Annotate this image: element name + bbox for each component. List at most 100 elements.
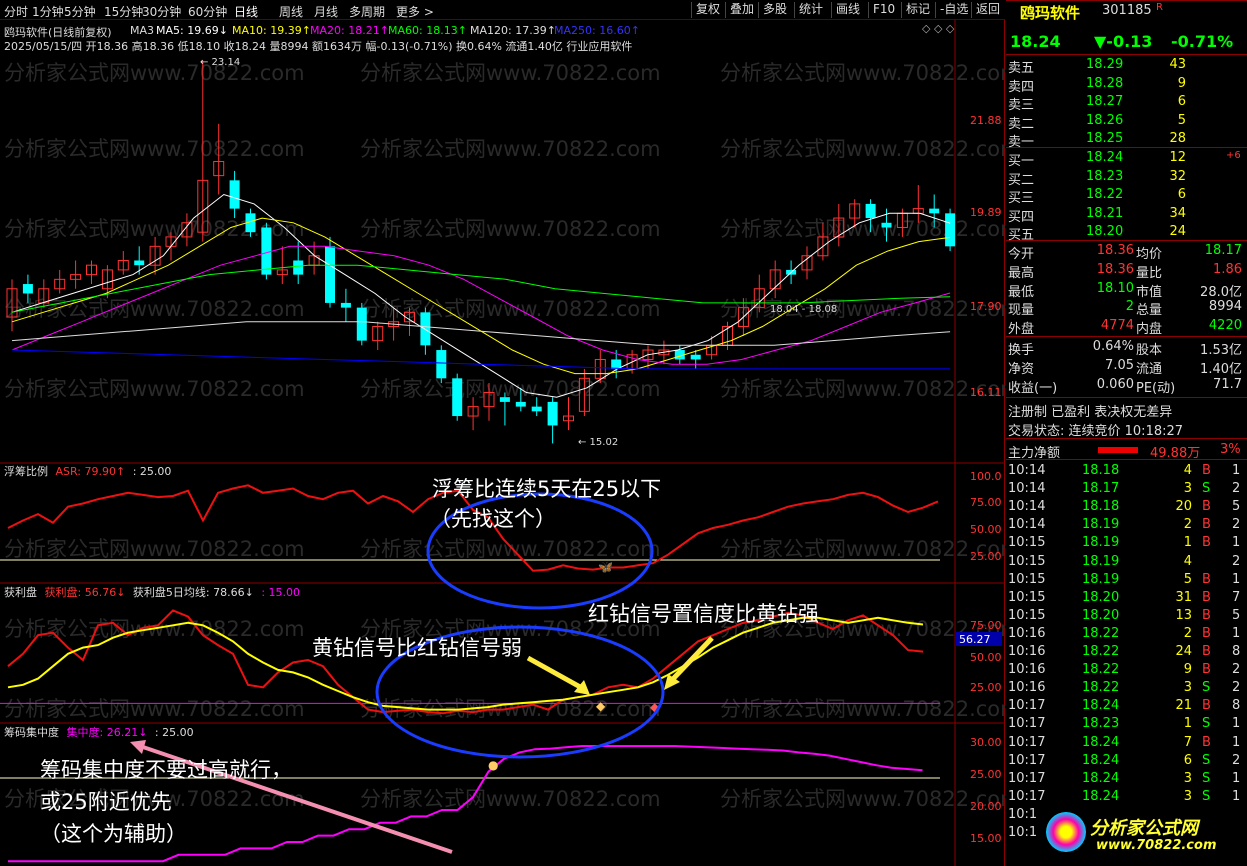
range-annotation: 18.04 - 18.08 bbox=[770, 304, 837, 315]
candle-body-58 bbox=[929, 208, 940, 214]
watermark-3: 分析家公式网www.70822.com bbox=[4, 137, 305, 161]
watermark-14: 分析家公式网www.70822.com bbox=[720, 377, 1005, 401]
period-tab-6[interactable]: 日线 bbox=[234, 3, 258, 20]
tick-price-7: 18.20 bbox=[1082, 589, 1120, 605]
period-tab-10[interactable]: 更多 > bbox=[396, 3, 434, 20]
tick-row-17: 10:17 18.24 3 S 1 bbox=[1006, 770, 1247, 789]
price-axis-label-3: 16.11 bbox=[970, 386, 1002, 399]
period-tab-3[interactable]: 15分钟 bbox=[104, 3, 143, 20]
ask-row-0: 卖五 18.29 43 bbox=[1006, 56, 1247, 76]
tick-vol-15: 7 bbox=[1183, 734, 1192, 750]
low-annotation: ← 15.02 bbox=[578, 437, 618, 448]
tick-side-14: S bbox=[1202, 716, 1211, 732]
stat-l2-4: 内盘 bbox=[1136, 322, 1163, 338]
toolbar-button-0[interactable]: 复权 bbox=[691, 2, 724, 18]
tick-time-20: 10:1 bbox=[1008, 825, 1038, 840]
stat-v2-2: 28.0亿 bbox=[1200, 284, 1242, 300]
stock-pct: -0.71% bbox=[1171, 32, 1234, 51]
tick-price-16: 18.24 bbox=[1082, 752, 1120, 768]
annotation-asr: 浮筹比连续5天在25以下 bbox=[432, 477, 662, 501]
bid-price-3: 18.21 bbox=[1086, 205, 1124, 221]
chart-window-controls[interactable]: ◇ ◇ ◇ bbox=[922, 22, 954, 35]
tick-vol-1: 3 bbox=[1183, 481, 1192, 497]
ask-label-3: 卖二 bbox=[1008, 116, 1035, 132]
candle-body-43 bbox=[690, 354, 701, 360]
tick-price-4: 18.19 bbox=[1082, 535, 1120, 551]
toolbar-button-7[interactable]: -自选 bbox=[935, 2, 972, 18]
tick-vol-12: 3 bbox=[1183, 680, 1192, 696]
logo-flower-icon bbox=[1046, 812, 1086, 852]
candle-body-21 bbox=[340, 302, 351, 308]
candle-body-18 bbox=[293, 260, 304, 275]
stat2-l2-1: 流通 bbox=[1136, 362, 1163, 377]
tick-price-14: 18.23 bbox=[1082, 716, 1120, 732]
period-tab-8[interactable]: 月线 bbox=[314, 3, 338, 20]
tick-row-15: 10:17 18.24 7 B 1 bbox=[1006, 734, 1247, 753]
period-tab-4[interactable]: 30分钟 bbox=[142, 3, 181, 20]
tick-num-6: 1 bbox=[1232, 571, 1241, 587]
tick-row-13: 10:17 18.24 21 B 8 bbox=[1006, 697, 1247, 716]
bid-label-1: 买二 bbox=[1008, 172, 1035, 188]
toolbar-button-6[interactable]: 标记 bbox=[901, 2, 934, 18]
stat-v2-1: 1.86 bbox=[1213, 261, 1242, 277]
sub2-label2: 获利盘5日均线: 78.66↓ bbox=[132, 586, 254, 599]
ask-row-3: 卖二 18.26 5 bbox=[1006, 112, 1247, 132]
sub1-axis-1: 75.00 bbox=[970, 496, 1002, 509]
tick-vol-5: 4 bbox=[1183, 553, 1192, 569]
stat-l2-2: 市值 bbox=[1136, 284, 1163, 300]
ask-price-4: 18.25 bbox=[1086, 131, 1124, 146]
period-tab-7[interactable]: 周线 bbox=[279, 3, 303, 20]
stat-row-4: 外盘 4774 内盘 4220 bbox=[1006, 317, 1247, 338]
tick-vol-18: 3 bbox=[1183, 788, 1192, 804]
toolbar-button-2[interactable]: 多股 bbox=[758, 2, 791, 18]
tick-num-9: 1 bbox=[1232, 625, 1241, 641]
tick-side-13: B bbox=[1202, 698, 1211, 714]
tick-num-16: 2 bbox=[1232, 752, 1241, 768]
stat2-l1-1: 净资 bbox=[1008, 362, 1035, 377]
tick-num-11: 2 bbox=[1232, 662, 1241, 678]
candle-body-22 bbox=[356, 307, 367, 341]
ask-price-3: 18.26 bbox=[1086, 112, 1124, 128]
ask-vol-3: 5 bbox=[1177, 112, 1186, 128]
tick-time-2: 10:14 bbox=[1008, 499, 1046, 515]
period-tab-1[interactable]: 1分钟 bbox=[32, 3, 64, 20]
stat-l1-2: 最低 bbox=[1008, 284, 1035, 300]
toolbar-button-5[interactable]: F10 bbox=[868, 2, 899, 18]
toolbar-button-1[interactable]: 叠加 bbox=[725, 2, 758, 18]
tick-row-0: 10:14 18.18 4 B 1 bbox=[1006, 462, 1247, 481]
tick-side-11: B bbox=[1202, 662, 1211, 678]
tick-num-0: 1 bbox=[1232, 463, 1241, 478]
period-tab-0[interactable]: 分时 bbox=[4, 3, 28, 20]
watermark-26: 分析家公式网www.70822.com bbox=[720, 787, 1005, 811]
stat2-v2-0: 1.53亿 bbox=[1200, 343, 1242, 358]
tick-price-15: 18.24 bbox=[1082, 734, 1120, 750]
tick-num-14: 1 bbox=[1232, 716, 1241, 732]
tick-num-17: 1 bbox=[1232, 770, 1241, 786]
tick-vol-17: 3 bbox=[1183, 770, 1192, 786]
stat-l1-0: 今开 bbox=[1008, 247, 1035, 262]
bid-label-0: 买一 bbox=[1008, 154, 1035, 169]
tick-side-3: B bbox=[1202, 517, 1211, 533]
period-tab-2[interactable]: 5分钟 bbox=[64, 3, 96, 20]
toolbar-button-4[interactable]: 画线 bbox=[831, 2, 864, 18]
stock-price-row: 18.24 ▼-0.13 -0.71% bbox=[1006, 31, 1247, 51]
sub3-coin-signal: ● bbox=[488, 758, 498, 772]
tick-side-7: B bbox=[1202, 589, 1211, 605]
candle-body-27 bbox=[436, 350, 447, 379]
tick-row-16: 10:17 18.24 6 S 2 bbox=[1006, 752, 1247, 771]
toolbar-button-3[interactable]: 统计 bbox=[794, 2, 827, 18]
period-tab-5[interactable]: 60分钟 bbox=[188, 3, 227, 20]
stat2-l1-0: 换手 bbox=[1008, 343, 1035, 358]
stat-row-3: 现量 2 总量 8994 bbox=[1006, 298, 1247, 318]
sub2-yellow-diamond: ◆ bbox=[596, 699, 606, 713]
toolbar-button-8[interactable]: 返回 bbox=[971, 2, 1004, 18]
side-top-border bbox=[1006, 0, 1247, 1]
watermark-16: 分析家公式网www.70822.com bbox=[360, 537, 661, 561]
ask-label-0: 卖五 bbox=[1008, 61, 1035, 76]
tick-vol-4: 1 bbox=[1183, 535, 1192, 551]
tick-num-2: 5 bbox=[1232, 499, 1241, 515]
tick-vol-13: 21 bbox=[1175, 698, 1192, 714]
period-tab-9[interactable]: 多周期 bbox=[349, 3, 385, 20]
stat-row-2: 最低 18.10 市值 28.0亿 bbox=[1006, 280, 1247, 300]
tick-time-6: 10:15 bbox=[1008, 571, 1046, 587]
